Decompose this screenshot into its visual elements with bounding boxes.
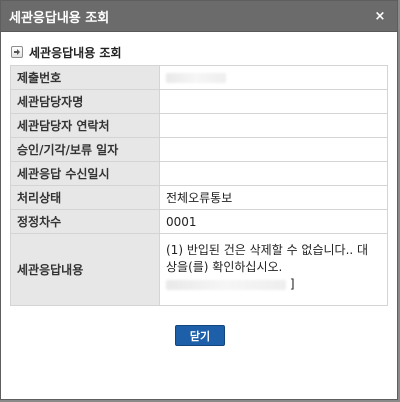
received-datetime-value [159,161,388,186]
redacted-value [166,73,226,83]
table-row: 정정차수 0001 [10,209,388,234]
table-row: 세관담당자명 [10,89,388,114]
row-label: 승인/기각/보류 일자 [10,137,160,162]
row-label: 세관응답 수신일시 [10,161,160,186]
row-label: 정정차수 [10,209,160,234]
title-bar: 세관응답내용 조회 × [1,1,397,32]
response-line: (1) 반입된 건은 삭제할 수 없습니다.. 대 [166,243,369,257]
close-icon[interactable]: × [373,9,387,23]
officer-name-value [159,89,388,114]
button-bar: 닫기 [1,325,399,346]
submission-number-value [159,65,388,90]
close-button[interactable]: 닫기 [175,325,225,346]
table-row: 세관응답내용 (1) 반입된 건은 삭제할 수 없습니다.. 대 상을(를) 확… [10,233,388,306]
section-header: 세관응답내용 조회 [11,44,397,60]
row-label: 세관응답내용 [10,233,160,306]
row-label: 제출번호 [10,65,160,90]
arrow-right-box-icon [11,46,23,58]
table-row: 승인/기각/보류 일자 [10,137,388,162]
decision-date-value [159,137,388,162]
table-row: 제출번호 [10,65,388,90]
closing-bracket: ] [289,277,295,291]
revision-number-value: 0001 [159,209,388,234]
response-line-redacted: ] [166,276,379,293]
table-row: 세관담당자 연락처 [10,113,388,138]
window-title: 세관응답내용 조회 [9,10,110,26]
response-info-table: 제출번호 세관담당자명 세관담당자 연락처 승인/기각/보류 일자 세관응답 수… [10,65,388,306]
section-title: 세관응답내용 조회 [29,45,122,60]
status-value: 전체오류통보 [159,185,388,210]
officer-contact-value [159,113,388,138]
table-row: 세관응답 수신일시 [10,161,388,186]
row-label: 세관담당자 연락처 [10,113,160,138]
table-row: 처리상태 전체오류통보 [10,185,388,210]
row-label: 처리상태 [10,185,160,210]
redacted-value [166,279,286,290]
row-label: 세관담당자명 [10,89,160,114]
response-line: 상을(를) 확인하십시오. [166,260,283,274]
response-content-value: (1) 반입된 건은 삭제할 수 없습니다.. 대 상을(를) 확인하십시오. … [159,233,388,306]
dialog: 세관응답내용 조회 × 세관응답내용 조회 제출번호 세관담당자명 세관담당자 … [0,0,398,400]
